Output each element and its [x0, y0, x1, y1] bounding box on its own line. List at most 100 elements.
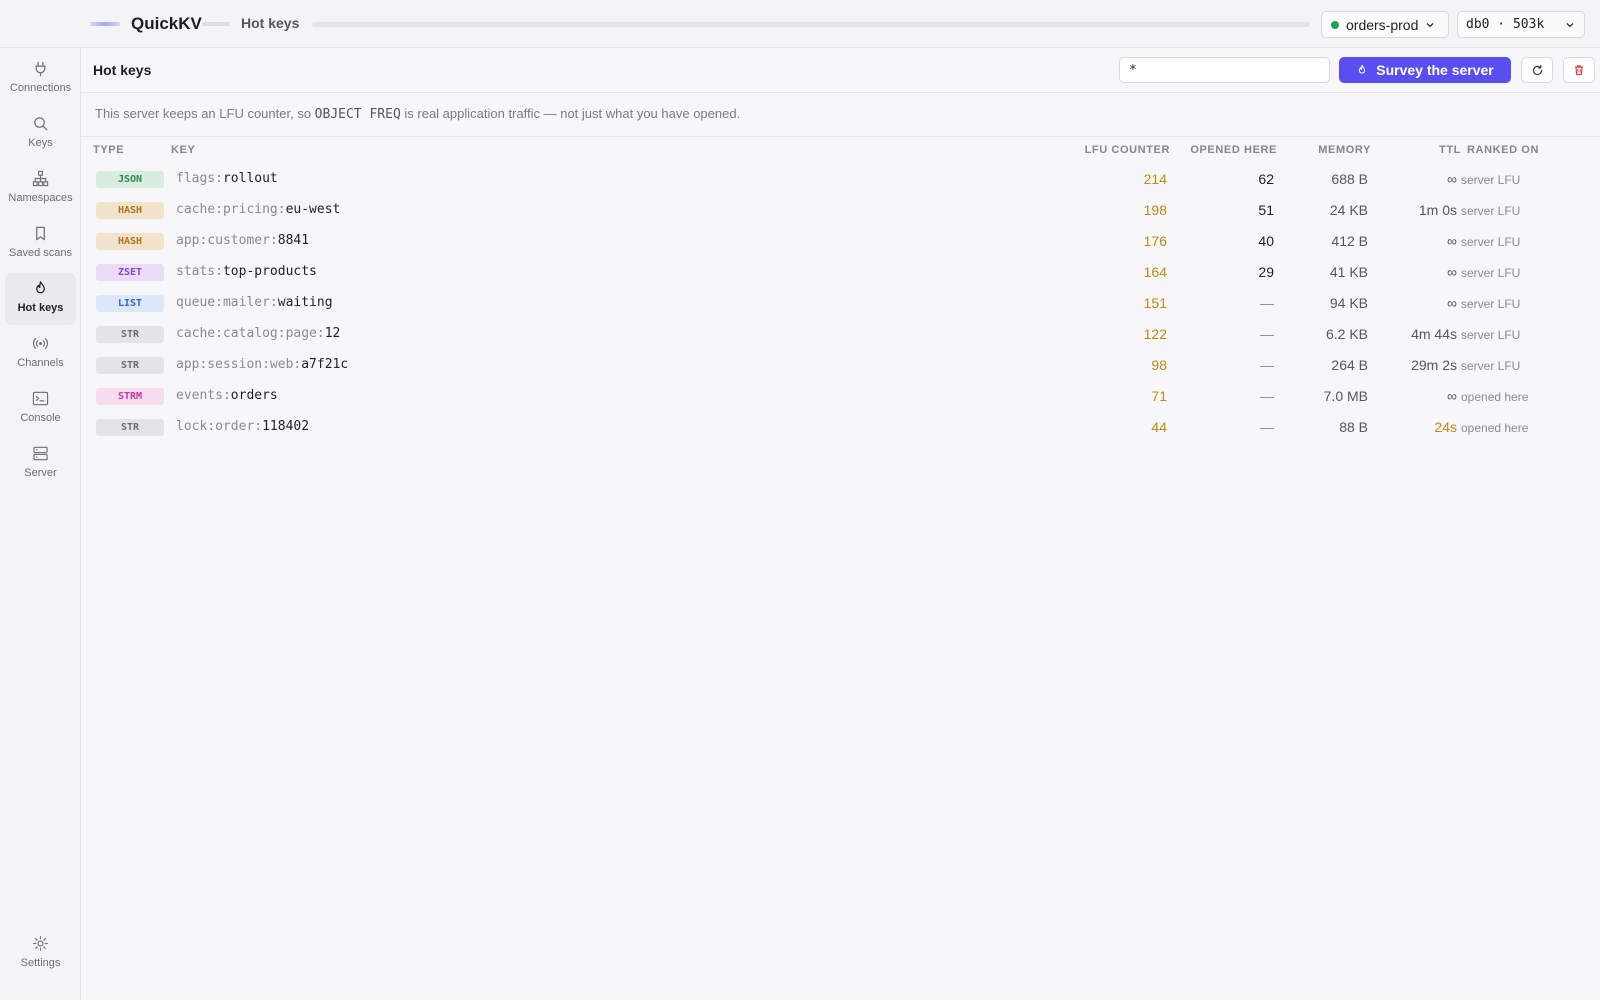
connection-select[interactable]: orders-prod — [1321, 11, 1449, 38]
survey-server-button[interactable]: Survey the server — [1339, 57, 1511, 83]
pattern-input[interactable] — [1119, 57, 1330, 83]
ranked-on: server LFU — [1461, 266, 1521, 280]
table-row[interactable]: STR lock:order:118402 44 — 88 B 24s opened her… — [81, 413, 1600, 444]
key-prefix: lock:order: — [176, 419, 263, 434]
key-leaf: eu-west — [285, 202, 341, 217]
sidebar-item-label: Connections — [9, 82, 72, 94]
survey-button-label: Survey the server — [1376, 62, 1494, 78]
ranked-on: server LFU — [1461, 173, 1521, 187]
ranked-on: server LFU — [1461, 328, 1521, 342]
sidebar-item-connections[interactable]: Connections — [5, 53, 76, 105]
table-row[interactable]: HASH cache:pricing:eu-west 198 51 24 KB 1m 0s… — [81, 196, 1600, 227]
connection-status-dot — [1331, 20, 1339, 29]
column-header-type[interactable]: TYPE — [93, 144, 124, 156]
key-prefix: stats: — [176, 264, 223, 279]
refresh-icon — [1532, 64, 1542, 75]
sidebar-item-hot-keys[interactable]: Hot keys — [5, 273, 76, 325]
sidebar-item-saved-scans[interactable]: Saved scans — [5, 218, 76, 270]
sidebar-item-label: Hot keys — [17, 302, 64, 314]
ranked-on: server LFU — [1461, 297, 1521, 311]
toolbar: Hot keys Survey the server — [81, 48, 1600, 93]
opened-here-count: 40 — [1258, 233, 1274, 249]
column-header-ttl[interactable]: TTL — [1439, 144, 1461, 156]
key-leaf: 8841 — [277, 233, 310, 248]
key-name[interactable]: flags:rollout — [176, 171, 278, 186]
chevron-down-icon — [1566, 23, 1574, 28]
opened-here-count: — — [1260, 295, 1274, 311]
key-name[interactable]: app:session:web:a7f21c — [176, 357, 348, 372]
key-leaf: rollout — [222, 171, 278, 186]
sidebar: Connections Keys Namespaces Saved scans … — [0, 48, 81, 1000]
plug-icon — [35, 61, 46, 77]
table-row[interactable]: JSON flags:rollout 214 62 688 B ∞ server LFU — [81, 165, 1600, 196]
breadcrumb-separator — [202, 22, 230, 26]
flame-icon — [36, 281, 45, 294]
main-panel: Hot keys Survey the server This server k… — [81, 48, 1600, 1000]
sidebar-item-console[interactable]: Console — [5, 383, 76, 435]
gear-icon — [33, 936, 48, 951]
database-label: db0 · 503k — [1466, 17, 1545, 32]
key-name[interactable]: lock:order:118402 — [176, 419, 309, 434]
key-name[interactable]: cache:catalog:page:12 — [176, 326, 340, 341]
refresh-button[interactable] — [1521, 57, 1553, 83]
sidebar-item-label: Saved scans — [9, 247, 72, 259]
sidebar-item-namespaces[interactable]: Namespaces — [5, 163, 76, 215]
opened-here-count: — — [1260, 357, 1274, 373]
key-name[interactable]: stats:top-products — [176, 264, 317, 279]
ttl-value: ∞ — [1447, 295, 1457, 311]
sidebar-item-server[interactable]: Server — [5, 438, 76, 490]
key-prefix: cache:pricing: — [176, 202, 286, 217]
key-name[interactable]: events:orders — [176, 388, 278, 403]
ttl-value: ∞ — [1447, 388, 1457, 404]
delete-button[interactable] — [1563, 57, 1595, 83]
opened-here-count: 51 — [1258, 202, 1274, 218]
chevron-down-icon — [1426, 22, 1434, 27]
memory-size: 7.0 MB — [1323, 388, 1368, 404]
sidebar-item-label: Console — [20, 412, 61, 424]
ranked-on: opened here — [1461, 421, 1529, 435]
key-prefix: app:customer: — [176, 233, 278, 248]
key-leaf: a7f21c — [301, 357, 349, 372]
table-row[interactable]: STRM events:orders 71 — 7.0 MB ∞ opened here — [81, 382, 1600, 413]
ttl-value: 24s — [1434, 419, 1457, 435]
lfu-counter: 214 — [1143, 171, 1167, 187]
ttl-value: 29m 2s — [1411, 357, 1457, 373]
opened-here-count: — — [1260, 419, 1274, 435]
table-header: TYPE KEY LFU COUNTER OPENED HERE MEMORY … — [81, 137, 1600, 163]
memory-size: 94 KB — [1329, 295, 1368, 311]
table-row[interactable]: ZSET stats:top-products 164 29 41 KB ∞ server … — [81, 258, 1600, 289]
tree-icon — [32, 170, 49, 187]
sidebar-item-settings[interactable]: Settings — [5, 928, 76, 980]
key-name[interactable]: app:customer:8841 — [176, 233, 309, 248]
logo-icon — [90, 22, 120, 26]
column-header-lfu[interactable]: LFU COUNTER — [1085, 144, 1170, 156]
table-row[interactable]: HASH app:customer:8841 176 40 412 B ∞ server L… — [81, 227, 1600, 258]
column-header-key[interactable]: KEY — [171, 144, 195, 156]
table-row[interactable]: STR cache:catalog:page:12 122 — 6.2 KB 4m 44s… — [81, 320, 1600, 351]
sidebar-item-channels[interactable]: Channels — [5, 328, 76, 380]
sidebar-item-label: Channels — [17, 357, 64, 369]
table-row[interactable]: STR app:session:web:a7f21c 98 — 264 B 29m 2s s… — [81, 351, 1600, 382]
key-name[interactable]: cache:pricing:eu-west — [176, 202, 340, 217]
ttl-value: ∞ — [1447, 264, 1457, 280]
key-prefix: app:session:web: — [176, 357, 302, 372]
opened-here-count: 62 — [1258, 171, 1274, 187]
breadcrumb[interactable]: Hot keys — [241, 15, 299, 31]
lfu-counter: 122 — [1143, 326, 1167, 342]
key-prefix: queue:mailer: — [176, 295, 278, 310]
memory-size: 264 B — [1331, 357, 1368, 373]
key-name[interactable]: queue:mailer:waiting — [176, 295, 333, 310]
database-select[interactable]: db0 · 503k — [1457, 11, 1585, 38]
column-header-opened[interactable]: OPENED HERE — [1190, 144, 1277, 156]
memory-size: 688 B — [1331, 171, 1368, 187]
type-badge: HASH — [96, 233, 164, 250]
lfu-counter: 44 — [1151, 419, 1167, 435]
column-header-memory[interactable]: MEMORY — [1318, 144, 1371, 156]
memory-size: 6.2 KB — [1325, 326, 1368, 342]
sidebar-item-label: Namespaces — [8, 192, 73, 204]
table-row[interactable]: LIST queue:mailer:waiting 151 — 94 KB ∞ server… — [81, 289, 1600, 320]
key-leaf: orders — [230, 388, 278, 403]
column-header-ranked[interactable]: RANKED ON — [1467, 144, 1539, 156]
key-leaf: top-products — [222, 264, 317, 279]
sidebar-item-keys[interactable]: Keys — [5, 108, 76, 160]
